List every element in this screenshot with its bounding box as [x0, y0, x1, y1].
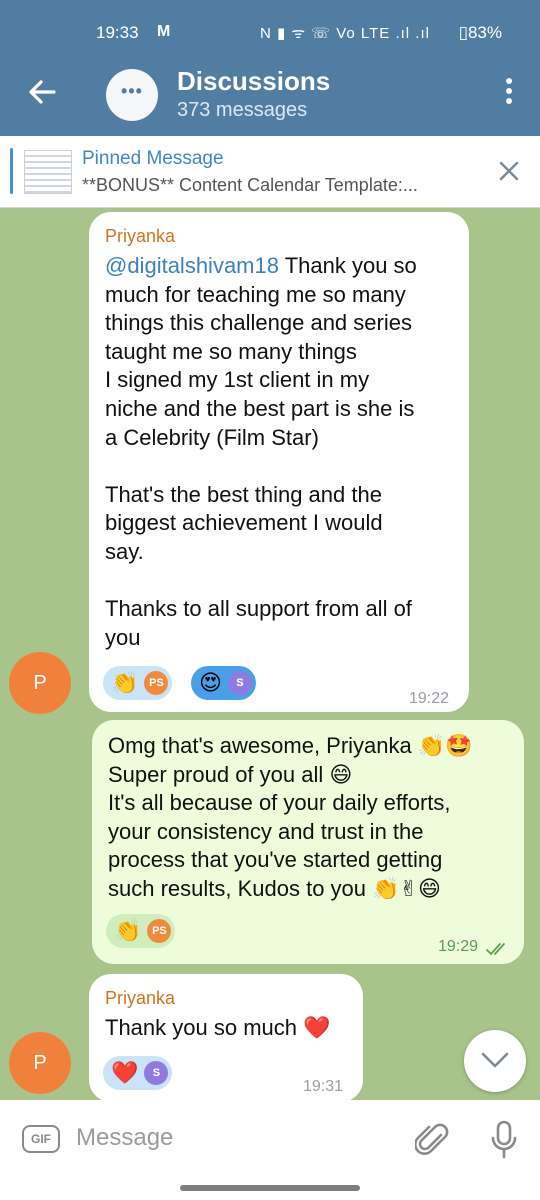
message-time: 19:22: [409, 690, 450, 707]
reactor-avatar: S: [144, 1061, 169, 1085]
message-bubble[interactable]: Omg that's awesome, Priyanka 👏🤩 Super pr…: [92, 720, 524, 964]
close-icon: [499, 161, 519, 181]
message-text: @digitalshivam18 Thank you so much for t…: [105, 253, 417, 650]
message-time: 19:29: [438, 938, 479, 955]
clap-icon: 👏: [114, 918, 142, 943]
chevron-down-icon: [481, 1052, 509, 1068]
reaction-chip[interactable]: 👏 PS: [103, 666, 173, 700]
message-text: Thank you so much ❤️: [105, 1015, 331, 1040]
mention-link[interactable]: @digitalshivam18: [105, 253, 279, 278]
back-button[interactable]: [26, 76, 58, 108]
battery-indicator: ▯83%: [458, 23, 502, 42]
chat-header: ••• Discussions 373 messages: [0, 62, 540, 136]
status-time: 19:33: [96, 23, 139, 42]
sender-name: Priyanka: [105, 226, 176, 246]
pinned-message-bar[interactable]: Pinned Message **BONUS** Content Calenda…: [0, 136, 540, 208]
mic-button[interactable]: [490, 1120, 518, 1165]
reaction-chip[interactable]: 😍 S: [191, 666, 256, 700]
pinned-indicator: [10, 148, 13, 194]
paperclip-icon: [414, 1123, 449, 1155]
chat-title[interactable]: Discussions: [177, 66, 330, 97]
reaction-chip[interactable]: 👏 PS: [106, 914, 176, 948]
heart-eyes-icon: 😍: [199, 670, 222, 695]
message-bubble[interactable]: Priyanka Thank you so much ❤️ ❤️ S 19:31: [89, 974, 363, 1102]
message-bubble[interactable]: Priyanka @digitalshivam18 Thank you so m…: [89, 212, 469, 712]
sender-avatar[interactable]: P: [9, 652, 71, 714]
home-gesture-pill[interactable]: [180, 1185, 360, 1191]
reactor-avatar: PS: [144, 671, 169, 695]
status-bar: 19:33 M N ▮ ᯤ ☏ Vo LTE .ıl .ıl ▯83%: [0, 0, 540, 62]
reaction-chip[interactable]: ❤️ S: [103, 1056, 173, 1090]
message-composer: GIF Message: [0, 1100, 540, 1178]
clap-icon: 👏: [111, 670, 139, 695]
attach-button[interactable]: [414, 1121, 451, 1164]
pinned-title: Pinned Message: [82, 148, 224, 169]
message-time: 19:31: [303, 1078, 344, 1095]
reactor-avatar: S: [227, 671, 252, 695]
status-icons: N ▮ ᯤ ☏ Vo LTE .ıl .ıl: [260, 25, 430, 42]
scroll-down-button[interactable]: [464, 1030, 526, 1092]
chat-bubble-icon: •••: [121, 81, 143, 101]
microphone-icon: [491, 1120, 517, 1159]
close-pinned-button[interactable]: [498, 160, 520, 182]
message-list[interactable]: Priyanka @digitalshivam18 Thank you so m…: [0, 208, 540, 1102]
message-input[interactable]: Message: [76, 1124, 173, 1152]
double-check-icon: [486, 943, 505, 956]
gmail-icon: M: [157, 23, 171, 40]
system-nav-bar: [0, 1178, 540, 1200]
heart-icon: ❤️: [111, 1060, 139, 1085]
more-menu-button[interactable]: [504, 78, 514, 106]
message-text: Omg that's awesome, Priyanka 👏🤩 Super pr…: [108, 733, 473, 901]
reactor-avatar: PS: [147, 919, 172, 943]
pinned-text: **BONUS** Content Calendar Template:...: [82, 175, 418, 195]
gif-button[interactable]: GIF: [22, 1125, 60, 1153]
sender-name: Priyanka: [105, 988, 176, 1008]
message-count: 373 messages: [177, 99, 308, 121]
group-avatar[interactable]: •••: [106, 69, 158, 121]
sender-avatar[interactable]: P: [9, 1032, 71, 1094]
back-arrow-icon: [29, 80, 56, 104]
pinned-thumbnail: [24, 150, 72, 194]
